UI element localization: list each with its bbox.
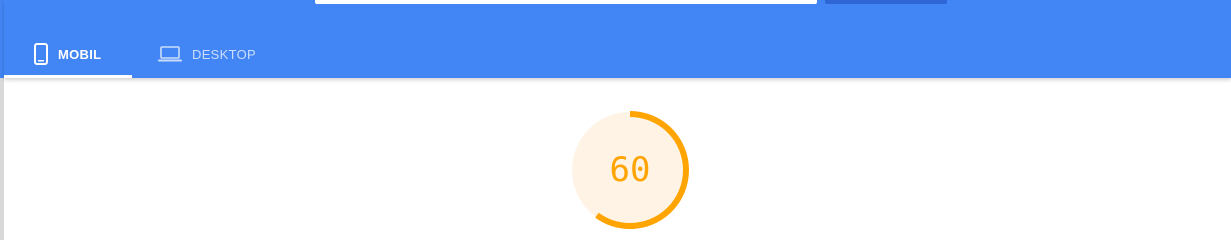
page: MOBIL DESKTOP 60 <box>0 0 1231 240</box>
left-edge <box>0 78 4 240</box>
tab-mobile-label: MOBIL <box>58 46 102 62</box>
tab-desktop[interactable]: DESKTOP <box>132 30 272 78</box>
url-input[interactable] <box>315 0 817 4</box>
laptop-icon <box>158 46 182 62</box>
tab-desktop-label: DESKTOP <box>192 46 256 62</box>
analyze-button[interactable] <box>825 0 947 4</box>
tab-mobile[interactable]: MOBIL <box>4 30 132 78</box>
smartphone-icon <box>34 43 48 65</box>
score-gauge: 60 <box>569 109 691 231</box>
active-tab-indicator <box>4 75 132 78</box>
header-bar: MOBIL DESKTOP <box>4 0 1231 78</box>
score-value: 60 <box>609 150 651 190</box>
